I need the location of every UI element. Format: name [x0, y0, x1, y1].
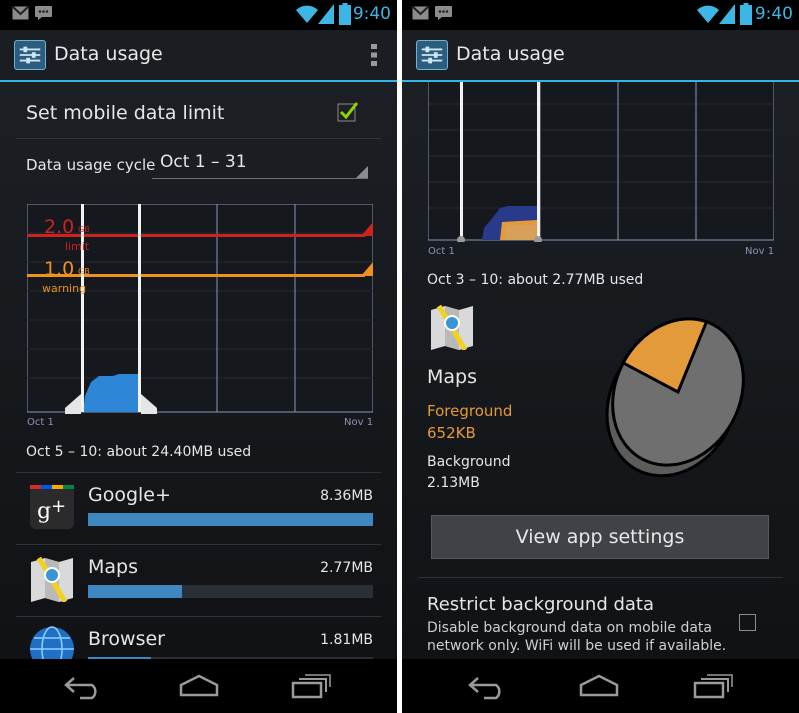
maps-icon [431, 304, 473, 350]
usage-summary: Oct 3 – 10: about 2.77MB used [427, 272, 644, 288]
cycle-label: Data usage cycle [26, 156, 156, 174]
overflow-menu-icon[interactable] [371, 44, 377, 66]
chart-x-end-label: Nov 1 [745, 246, 775, 257]
divider [16, 138, 381, 139]
restrict-background-checkbox[interactable] [739, 614, 756, 631]
view-app-settings-button[interactable]: View app settings [431, 515, 769, 559]
settings-app-icon[interactable] [416, 40, 448, 70]
warning-caption: warning [42, 282, 87, 295]
range-end-line [537, 82, 540, 240]
limit-value: 2.0 [44, 216, 75, 238]
signal-icon [318, 4, 334, 24]
limit-caption: limit [65, 240, 90, 253]
clock: 9:40 [352, 4, 391, 24]
chart-x-end-label: Nov 1 [344, 417, 374, 428]
chat-icon [35, 6, 52, 20]
restrict-background-description: network only. WiFi will be used if avail… [427, 638, 727, 654]
page-title: Data usage [54, 43, 163, 65]
status-bar: 9:40 [402, 0, 799, 30]
app-row-maps[interactable]: Maps 2.77MB [0, 548, 397, 614]
usage-bar [88, 585, 182, 598]
divider [16, 544, 381, 545]
foreground-label: Foreground [427, 402, 513, 420]
back-icon[interactable] [62, 672, 104, 700]
gmail-icon [412, 6, 429, 20]
app-usage: 1.81MB [320, 632, 373, 648]
foreground-value: 652KB [427, 424, 476, 442]
data-usage-chart[interactable] [27, 204, 373, 414]
cycle-dropdown[interactable]: Oct 1 – 31 [152, 148, 368, 179]
svg-text:g: g [37, 499, 51, 524]
action-bar: Data usage [0, 30, 397, 82]
signal-icon [719, 4, 735, 24]
usage-summary: Oct 5 – 10: about 24.40MB used [26, 444, 252, 460]
right-phone-screen: 9:40 Data usage Oct 1 Nov 1 Oct 3 – 10: … [402, 0, 799, 713]
range-start-line [460, 82, 463, 240]
app-usage: 2.77MB [320, 560, 373, 576]
recent-apps-icon[interactable] [290, 672, 332, 700]
chat-icon [435, 6, 452, 20]
status-bar: 9:40 [0, 0, 397, 30]
recent-apps-icon[interactable] [692, 672, 734, 700]
warning-unit: GB [78, 267, 90, 276]
divider [16, 472, 381, 473]
divider [418, 577, 783, 578]
svg-text:+: + [51, 496, 66, 517]
wifi-icon [296, 5, 318, 23]
usage-bar [88, 513, 373, 526]
divider [16, 616, 381, 617]
warning-value: 1.0 [44, 258, 75, 280]
mobile-limit-checkbox[interactable] [337, 101, 359, 123]
background-value: 2.13MB [427, 475, 480, 491]
limit-unit: GB [78, 225, 90, 234]
settings-content: Set mobile data limit Data usage cycle O… [0, 82, 397, 672]
app-name: Browser [88, 628, 165, 650]
limit-line [27, 234, 365, 237]
google-plus-icon: g + [30, 485, 74, 529]
home-icon[interactable] [178, 672, 220, 700]
usage-pie-chart [605, 317, 745, 478]
app-usage: 8.36MB [320, 488, 373, 504]
range-end-line [138, 204, 141, 412]
home-icon[interactable] [578, 672, 620, 700]
clock: 9:40 [754, 4, 793, 24]
battery-icon [339, 3, 351, 25]
page-title: Data usage [456, 43, 565, 65]
dropdown-arrow-icon [356, 166, 368, 178]
maps-icon [31, 556, 73, 602]
app-name: Maps [427, 366, 477, 388]
background-label: Background [427, 454, 511, 470]
restrict-background-title: Restrict background data [427, 594, 655, 615]
chart-x-start-label: Oct 1 [428, 246, 455, 257]
navigation-bar [402, 659, 799, 713]
app-detail-content: Oct 1 Nov 1 Oct 3 – 10: about 2.77MB use… [402, 82, 799, 659]
gmail-icon [12, 6, 29, 20]
wifi-icon [697, 5, 719, 23]
range-start-line [81, 204, 84, 412]
chart-x-start-label: Oct 1 [27, 417, 54, 428]
restrict-background-description: Disable background data on mobile data [427, 620, 712, 636]
left-phone-screen: 9:40 Data usage Set mobile data limit Da… [0, 0, 397, 713]
app-usage-chart[interactable] [428, 82, 774, 242]
back-icon[interactable] [466, 672, 508, 700]
action-bar: Data usage [402, 30, 799, 82]
app-name: Google+ [88, 484, 171, 506]
app-name: Maps [88, 556, 138, 578]
app-row-google-plus[interactable]: g + Google+ 8.36MB [0, 476, 397, 542]
cycle-value: Oct 1 – 31 [160, 152, 247, 172]
settings-app-icon[interactable] [14, 40, 46, 70]
mobile-limit-label: Set mobile data limit [26, 102, 225, 124]
navigation-bar [0, 659, 397, 713]
battery-icon [740, 3, 752, 25]
